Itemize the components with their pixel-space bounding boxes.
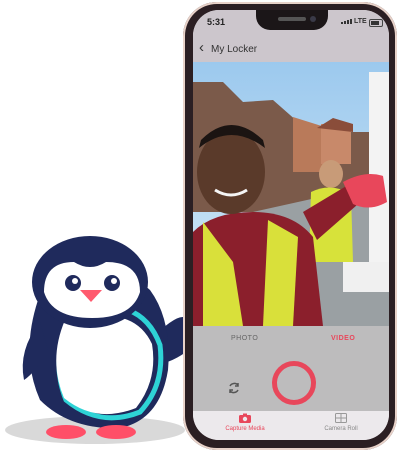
camera-controls: PHOTO VIDEO [193, 326, 389, 411]
gallery-icon [335, 413, 347, 423]
phone-screen: 5:31 LTE ‹ My Locker PHOTO VIDEO Capture… [193, 10, 389, 440]
status-time: 5:31 [207, 17, 226, 27]
battery-icon [369, 19, 383, 27]
signal-bars-icon [341, 19, 352, 24]
status-bar: 5:31 LTE [193, 10, 389, 36]
mode-photo[interactable]: PHOTO [231, 335, 258, 342]
tab-capture-media-label: Capture Media [225, 426, 265, 432]
photo-preview [193, 62, 389, 326]
mode-video[interactable]: VIDEO [331, 335, 355, 342]
tab-camera-roll-label: Camera Roll [324, 426, 358, 432]
record-button-icon[interactable] [272, 361, 316, 405]
network-label: LTE [354, 18, 367, 25]
chevron-left-icon[interactable]: ‹ [199, 40, 204, 56]
tab-camera-roll[interactable]: Camera Roll [311, 413, 371, 437]
tab-capture-media[interactable]: Capture Media [215, 413, 275, 437]
nav-bar: ‹ My Locker [193, 36, 389, 62]
front-camera-icon [310, 16, 316, 22]
speaker-icon [278, 17, 306, 21]
phone-notch [256, 10, 328, 30]
tab-bar: Capture Media Camera Roll [193, 411, 389, 440]
page-title[interactable]: My Locker [211, 44, 257, 55]
camera-icon [239, 413, 251, 423]
camera-switch-icon[interactable] [227, 381, 241, 395]
